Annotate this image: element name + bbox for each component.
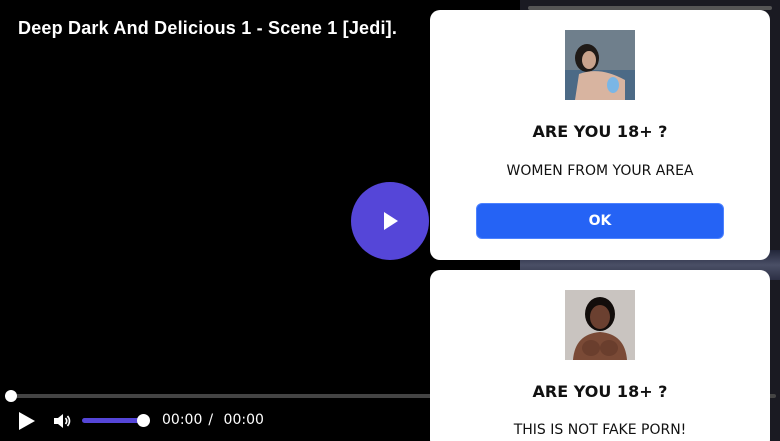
big-play-button[interactable]	[351, 182, 429, 260]
ad-heading: ARE YOU 18+ ?	[532, 122, 668, 141]
age-popup-card[interactable]: ARE YOU 18+ ? WOMEN FROM YOUR AREA OK	[430, 10, 770, 260]
play-button[interactable]	[16, 410, 38, 432]
volume-button[interactable]	[52, 411, 72, 431]
woman-photo	[565, 30, 635, 100]
ok-button[interactable]: OK	[476, 203, 724, 239]
age-popup-card[interactable]: ARE YOU 18+ ? THIS IS NOT FAKE PORN!	[430, 270, 770, 441]
volume-handle[interactable]	[137, 414, 150, 427]
time-separator: /	[208, 412, 214, 428]
play-icon	[19, 412, 35, 430]
ad-heading: ARE YOU 18+ ?	[532, 382, 668, 401]
woman-photo	[565, 290, 635, 360]
progress-handle[interactable]	[5, 390, 17, 402]
time-display: 00:00 / 00:00	[162, 412, 270, 428]
current-time: 00:00	[162, 412, 203, 428]
volume-icon	[54, 414, 71, 428]
play-icon	[384, 212, 398, 230]
ad-text: THIS IS NOT FAKE PORN!	[513, 422, 687, 438]
duration: 00:00	[223, 412, 264, 428]
video-title: Deep Dark And Delicious 1 - Scene 1 [Jed…	[18, 18, 398, 38]
ad-text: WOMEN FROM YOUR AREA	[506, 163, 694, 179]
